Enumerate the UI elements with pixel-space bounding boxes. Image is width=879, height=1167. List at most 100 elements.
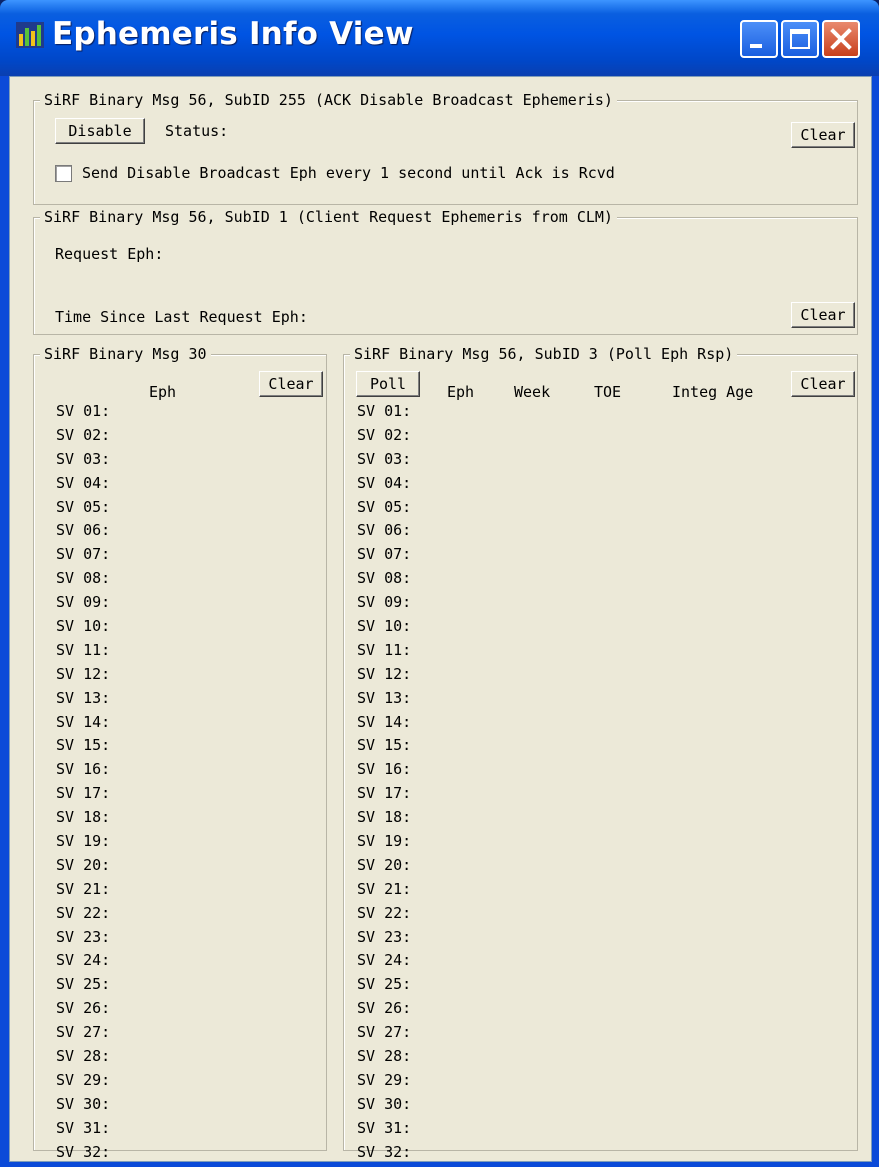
sv-row-label: SV 10: [56,617,111,636]
sv-row-label: SV 29: [357,1070,412,1089]
sv-row-label: SV 08: [56,569,111,588]
sv-row-label: SV 13: [56,688,111,707]
group-legend: SiRF Binary Msg 56, SubID 3 (Poll Eph Rs… [350,345,738,363]
sv-row-label: SV 29: [56,1070,111,1089]
sv-row-label: SV 03: [357,449,412,468]
sv-row-label: SV 03: [56,449,111,468]
sv-row-label: SV 26: [357,999,412,1018]
disable-button[interactable]: Disable [55,118,145,144]
col-integ-age-header: Integ Age [672,383,754,401]
sv-row-label: SV 14: [357,712,412,731]
col-eph-header: Eph [447,383,475,401]
group-legend: SiRF Binary Msg 30 [40,345,211,363]
sv-row-label: SV 27: [357,1023,412,1042]
sv-row-label: SV 06: [56,521,111,540]
sv-row-label: SV 19: [56,832,111,851]
send-disable-label: Send Disable Broadcast Eph every 1 secon… [82,164,615,182]
sv-row-label: SV 07: [56,545,111,564]
sv-row-label: SV 12: [357,664,412,683]
sv-row-label: SV 24: [56,951,111,970]
sv-row-label: SV 01: [357,402,412,420]
maximize-button[interactable] [781,20,819,58]
clear-status-button[interactable]: Clear [791,122,855,148]
sv-row-label: SV 27: [56,1023,111,1042]
sv-row-label: SV 31: [357,1118,412,1137]
sv-row-label: SV 19: [357,832,412,851]
sv-row-label: SV 25: [357,975,412,994]
sv-row-label: SV 25: [56,975,111,994]
group-disable-broadcast: SiRF Binary Msg 56, SubID 255 (ACK Disab… [33,91,858,205]
sv-row-label: SV 02: [56,425,111,444]
sv-row-label: SV 26: [56,999,111,1018]
bar-chart-icon [16,22,44,48]
poll-button[interactable]: Poll [356,371,420,397]
client-area: SiRF Binary Msg 56, SubID 255 (ACK Disab… [9,76,872,1162]
minimize-button[interactable] [740,20,778,58]
sv-row-label: SV 16: [56,760,111,779]
clear-request-button[interactable]: Clear [791,302,855,328]
sv-row-label: SV 22: [56,903,111,922]
send-disable-checkbox[interactable] [55,165,72,182]
sv-row-label: SV 02: [357,425,412,444]
sv-row-label: SV 21: [357,879,412,898]
sv-list-msg30: SV 01: SV 02: SV 03: SV 04: SV 05: SV 06: SV 0… [56,400,110,1165]
close-button[interactable] [822,20,860,58]
clear-msg30-button[interactable]: Clear [259,371,323,397]
title-bar[interactable]: Ephemeris Info View [0,0,879,76]
group-poll-eph: SiRF Binary Msg 56, SubID 3 (Poll Eph Rs… [343,345,858,1161]
sv-row-label: SV 11: [56,640,111,659]
sv-row-label: SV 01: [56,402,111,420]
sv-row-label: SV 17: [357,784,412,803]
sv-row-label: SV 11: [357,640,412,659]
sv-row-label: SV 23: [56,927,111,946]
sv-row-label: SV 06: [357,521,412,540]
sv-row-label: SV 04: [56,473,111,492]
sv-row-label: SV 12: [56,664,111,683]
sv-row-label: SV 24: [357,951,412,970]
group-client-request: SiRF Binary Msg 56, SubID 1 (Client Requ… [33,208,858,335]
request-eph-label: Request Eph: [55,245,164,263]
sv-row-label: SV 14: [56,712,111,731]
sv-row-label: SV 13: [357,688,412,707]
sv-row-label: SV 08: [357,569,412,588]
sv-row-label: SV 16: [357,760,412,779]
status-label: Status: [165,122,229,140]
sv-row-label: SV 20: [357,855,412,874]
group-msg30: SiRF Binary Msg 30 Eph Clear SV 01: SV 02… [33,345,327,1161]
sv-row-label: SV 28: [357,1047,412,1066]
maximize-icon [790,29,810,49]
sv-row-label: SV 09: [357,593,412,612]
sv-row-label: SV 18: [357,808,412,827]
sv-row-label: SV 21: [56,879,111,898]
sv-row-label: SV 10: [357,617,412,636]
sv-row-label: SV 07: [357,545,412,564]
close-icon [830,28,852,50]
app-window: Ephemeris Info View SiRF Binary Msg 56, … [0,0,879,1167]
sv-row-label: SV 04: [357,473,412,492]
sv-list-poll: SV 01: SV 02: SV 03: SV 04: SV 05: SV 06: SV 0… [357,400,411,1165]
sv-row-label: SV 30: [56,1094,111,1113]
sv-row-label: SV 31: [56,1118,111,1137]
col-toe-header: TOE [594,383,622,401]
sv-row-label: SV 05: [357,497,412,516]
sv-row-label: SV 17: [56,784,111,803]
window-title: Ephemeris Info View [52,16,414,52]
col-week-header: Week [514,383,551,401]
group-legend: SiRF Binary Msg 56, SubID 255 (ACK Disab… [40,91,617,109]
sv-row-label: SV 15: [357,736,412,755]
sv-row-label: SV 18: [56,808,111,827]
clear-poll-button[interactable]: Clear [791,371,855,397]
col-eph-header: Eph [149,383,177,401]
group-legend: SiRF Binary Msg 56, SubID 1 (Client Requ… [40,208,617,226]
sv-row-label: SV 23: [357,927,412,946]
sv-row-label: SV 15: [56,736,111,755]
sv-row-label: SV 32: [357,1142,412,1161]
minimize-icon [750,44,762,48]
sv-row-label: SV 22: [357,903,412,922]
sv-row-label: SV 30: [357,1094,412,1113]
sv-row-label: SV 09: [56,593,111,612]
sv-row-label: SV 05: [56,497,111,516]
sv-row-label: SV 28: [56,1047,111,1066]
time-since-label: Time Since Last Request Eph: [55,308,308,326]
sv-row-label: SV 32: [56,1142,111,1161]
